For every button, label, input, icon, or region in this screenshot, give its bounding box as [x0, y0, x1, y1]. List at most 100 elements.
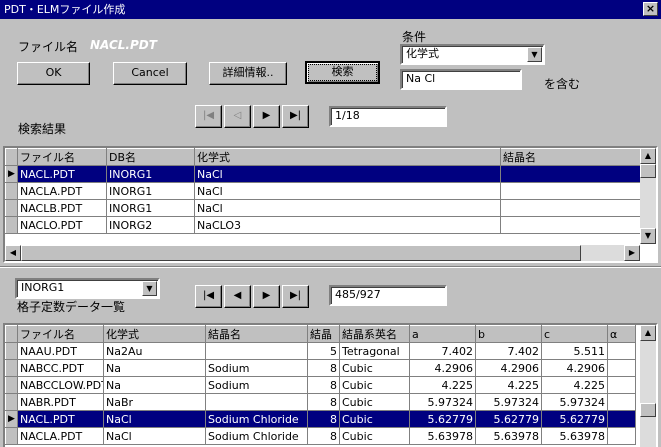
row-pointer-icon[interactable] [5, 199, 18, 217]
scroll-thumb[interactable] [21, 245, 581, 261]
table-cell[interactable]: Na [103, 376, 206, 394]
table-cell[interactable]: Cubic [339, 376, 410, 394]
ok-button[interactable]: OK [17, 62, 90, 85]
table-cell[interactable]: NACL.PDT [17, 165, 107, 183]
table-cell[interactable]: 4.2906 [475, 359, 542, 377]
lattice-vscrollbar[interactable]: ▲ [640, 325, 656, 447]
table-row[interactable]: NABCC.PDT Na Sodium 8 Cubic 4.2906 4.2906 4.290… [5, 359, 636, 377]
table-cell[interactable]: 4.2906 [409, 359, 476, 377]
table-cell[interactable] [205, 342, 308, 360]
table-cell[interactable]: 4.225 [409, 376, 476, 394]
column-header[interactable]: DB名 [106, 148, 195, 166]
table-cell[interactable]: NaCLO3 [194, 216, 501, 234]
row-pointer-icon[interactable] [5, 427, 18, 445]
results-last-button[interactable]: ▶| [282, 105, 309, 128]
table-cell[interactable]: NACLB.PDT [17, 199, 107, 217]
row-pointer-icon[interactable] [5, 182, 18, 200]
table-cell[interactable]: 7.402 [475, 342, 542, 360]
scroll-left-icon[interactable]: ◀ [5, 245, 21, 261]
scroll-down-icon[interactable]: ▼ [640, 228, 656, 244]
lattice-prev-button[interactable]: ◀ [224, 285, 251, 308]
column-header[interactable]: 結晶名 [205, 325, 308, 343]
results-vscrollbar[interactable]: ▲ ▼ [640, 148, 656, 244]
column-header[interactable]: 結晶 [307, 325, 340, 343]
table-row[interactable]: ▶ NACL.PDT INORG1 NaCl [5, 165, 641, 183]
table-cell[interactable]: 8 [307, 427, 340, 445]
scroll-right-icon[interactable]: ▶ [624, 245, 640, 261]
table-cell[interactable] [607, 410, 636, 428]
table-row[interactable]: ▶ NACL.PDT NaCl Sodium Chloride 8 Cubic 5.6277… [5, 410, 636, 428]
table-cell[interactable]: Sodium [205, 359, 308, 377]
condition-search-input[interactable]: Na Cl [400, 69, 522, 90]
column-header[interactable]: a [409, 325, 476, 343]
table-row[interactable]: NABR.PDT NaBr 8 Cubic 5.97324 5.97324 5.97324 [5, 393, 636, 411]
table-cell[interactable]: 5 [307, 342, 340, 360]
table-cell[interactable]: INORG1 [106, 165, 195, 183]
results-first-button[interactable]: |◀ [195, 105, 222, 128]
lattice-last-button[interactable]: ▶| [282, 285, 309, 308]
table-cell[interactable] [607, 359, 636, 377]
lattice-grid[interactable]: ファイル名 化学式 結晶名 結晶 結晶系英名 a b c α NAAU.PDT N… [3, 323, 658, 447]
table-cell[interactable]: NABR.PDT [17, 393, 104, 411]
lattice-first-button[interactable]: |◀ [195, 285, 222, 308]
table-cell[interactable]: NaCl [103, 427, 206, 445]
table-cell[interactable] [500, 199, 641, 217]
table-row[interactable]: NABCCLOW.PDT Na Sodium 8 Cubic 4.225 4.225 4.22… [5, 376, 636, 394]
row-pointer-icon[interactable] [5, 376, 18, 394]
scroll-thumb[interactable] [640, 403, 656, 417]
table-row[interactable]: NACLB.PDT INORG1 NaCl [5, 199, 641, 217]
table-cell[interactable] [607, 376, 636, 394]
column-header[interactable]: 化学式 [194, 148, 501, 166]
scroll-up-icon[interactable]: ▲ [640, 325, 656, 341]
table-cell[interactable]: 5.63978 [409, 427, 476, 445]
table-cell[interactable]: 5.62779 [475, 410, 542, 428]
table-cell[interactable]: 5.63978 [541, 427, 608, 445]
table-cell[interactable]: NAAU.PDT [17, 342, 104, 360]
table-cell[interactable]: NACLO.PDT [17, 216, 107, 234]
table-cell[interactable]: NaBr [103, 393, 206, 411]
table-cell[interactable]: 5.97324 [409, 393, 476, 411]
table-cell[interactable]: INORG2 [106, 216, 195, 234]
close-button[interactable]: × [643, 2, 658, 16]
table-cell[interactable]: 5.62779 [541, 410, 608, 428]
row-pointer-icon[interactable] [5, 342, 18, 360]
table-cell[interactable]: NACL.PDT [17, 410, 104, 428]
row-pointer-icon[interactable] [5, 216, 18, 234]
table-cell[interactable]: INORG1 [106, 182, 195, 200]
table-row[interactable]: NACLA.PDT NaCl Sodium Chloride 8 Cubic 5.6397… [5, 427, 636, 445]
table-cell[interactable]: NaCl [194, 199, 501, 217]
table-cell[interactable] [607, 393, 636, 411]
row-pointer-icon[interactable]: ▶ [5, 165, 18, 183]
column-header[interactable]: α [607, 325, 636, 343]
database-select[interactable]: INORG1 ▼ [15, 278, 160, 299]
chevron-down-icon[interactable]: ▼ [527, 47, 542, 62]
table-cell[interactable] [500, 165, 641, 183]
table-cell[interactable]: 4.2906 [541, 359, 608, 377]
search-button[interactable]: 検索 [305, 61, 380, 84]
scroll-up-icon[interactable]: ▲ [640, 148, 656, 164]
results-prev-button[interactable]: ◁ [224, 105, 251, 128]
table-cell[interactable]: NaCl [103, 410, 206, 428]
details-button[interactable]: 詳細情報.. [209, 62, 287, 85]
table-row[interactable]: NACLO.PDT INORG2 NaCLO3 [5, 216, 641, 234]
table-cell[interactable]: NaCl [194, 165, 501, 183]
row-pointer-icon[interactable]: ▶ [5, 410, 18, 428]
table-cell[interactable]: INORG1 [106, 199, 195, 217]
table-cell[interactable]: 7.402 [409, 342, 476, 360]
table-cell[interactable] [205, 393, 308, 411]
chevron-down-icon[interactable]: ▼ [142, 281, 157, 296]
table-cell[interactable]: Sodium Chloride [205, 427, 308, 445]
column-header[interactable]: ファイル名 [17, 325, 104, 343]
table-cell[interactable]: Sodium Chloride [205, 410, 308, 428]
table-cell[interactable]: Cubic [339, 359, 410, 377]
cancel-button[interactable]: Cancel [113, 62, 187, 85]
scroll-thumb[interactable] [640, 164, 656, 178]
table-cell[interactable]: 8 [307, 359, 340, 377]
table-cell[interactable]: Cubic [339, 410, 410, 428]
table-cell[interactable]: Sodium [205, 376, 308, 394]
condition-field-select[interactable]: 化学式 ▼ [400, 44, 545, 65]
table-cell[interactable] [500, 216, 641, 234]
table-cell[interactable]: NaCl [194, 182, 501, 200]
table-cell[interactable]: 8 [307, 393, 340, 411]
column-header[interactable]: 化学式 [103, 325, 206, 343]
